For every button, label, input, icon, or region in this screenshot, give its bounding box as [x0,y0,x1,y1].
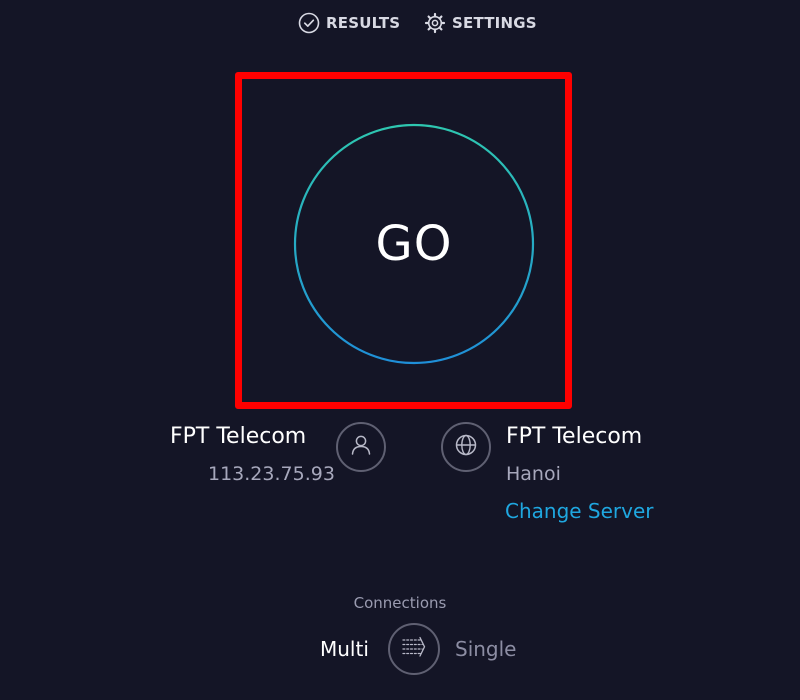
change-server-link[interactable]: Change Server [505,499,654,523]
server-name: FPT Telecom [506,424,643,449]
gear-icon [424,12,446,34]
go-label: GO [375,216,453,272]
connection-multi-option[interactable]: Multi [320,637,369,661]
globe-icon [453,432,479,462]
multi-connection-icon [400,634,428,664]
settings-nav-label: SETTINGS [452,14,537,32]
isp-name: FPT Telecom [170,424,307,449]
settings-nav-button[interactable]: SETTINGS [424,10,537,36]
person-icon [348,432,374,462]
results-nav-button[interactable]: RESULTS [298,10,400,36]
connections-toggle[interactable] [388,623,440,675]
server-icon-circle [441,422,491,472]
go-button[interactable]: GO [292,122,536,366]
check-circle-icon [298,12,320,34]
connection-single-option[interactable]: Single [455,637,516,661]
isp-ip: 113.23.75.93 [208,463,335,485]
server-location: Hanoi [506,463,561,485]
results-nav-label: RESULTS [326,14,401,32]
connections-title: Connections [353,594,447,612]
isp-icon-circle [336,422,386,472]
